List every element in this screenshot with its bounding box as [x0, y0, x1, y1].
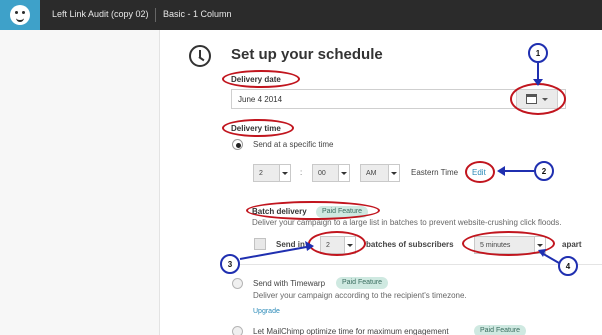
top-bar: Left Link Audit (copy 02) Basic - 1 Colu… — [0, 0, 602, 30]
highlight-ellipse-calendar — [510, 83, 566, 115]
clock-icon — [189, 45, 211, 67]
topbar-divider — [155, 8, 156, 22]
radio-optimize[interactable] — [232, 326, 243, 335]
minute-value: 00 — [318, 169, 326, 177]
apart-label: apart — [562, 240, 582, 249]
radio-specific-time[interactable] — [232, 139, 243, 150]
template-name[interactable]: Basic - 1 Column — [163, 9, 232, 19]
callout-1: 1 — [528, 43, 548, 63]
batch-checkbox[interactable] — [254, 238, 266, 250]
mailchimp-logo-icon[interactable] — [0, 0, 40, 30]
send-in-label: Send in — [276, 240, 305, 249]
optimize-label: Let MailChimp optimize time for maximum … — [253, 327, 449, 335]
highlight-ellipse-batch-interval — [462, 231, 555, 256]
divider — [231, 264, 602, 265]
specific-time-label: Send at a specific time — [253, 140, 334, 149]
upgrade-link[interactable]: Upgrade — [253, 308, 280, 315]
timezone-label: Eastern Time — [411, 168, 459, 177]
callout-4: 4 — [558, 256, 578, 276]
hour-select[interactable]: 2 — [253, 164, 291, 182]
left-panel — [0, 30, 160, 335]
chevron-down-icon — [388, 165, 399, 181]
highlight-ellipse-edit — [465, 161, 495, 183]
page-title: Set up your schedule — [231, 46, 383, 63]
ampm-value: AM — [366, 169, 377, 177]
minute-select[interactable]: 00 — [312, 164, 350, 182]
timewarp-description: Deliver your campaign according to the r… — [253, 291, 467, 300]
radio-timewarp[interactable] — [232, 278, 243, 289]
highlight-ellipse-batch-count — [308, 231, 366, 256]
callout-2: 2 — [534, 161, 554, 181]
timewarp-label: Send with Timewarp — [253, 279, 326, 288]
time-colon: : — [300, 168, 303, 177]
hour-value: 2 — [259, 169, 263, 177]
callout-3: 3 — [220, 254, 240, 274]
batch-description: Deliver your campaign to a large list in… — [252, 218, 562, 227]
chevron-down-icon — [338, 165, 349, 181]
ampm-select[interactable]: AM — [360, 164, 400, 182]
batches-label: batches of subscribers — [366, 240, 454, 249]
highlight-ellipse-delivery-time — [222, 119, 294, 137]
campaign-name[interactable]: Left Link Audit (copy 02) — [52, 9, 149, 19]
timewarp-paid-badge: Paid Feature — [336, 277, 389, 289]
highlight-ellipse-delivery-date — [222, 70, 300, 88]
optimize-paid-badge: Paid Feature — [474, 325, 527, 335]
chevron-down-icon — [279, 165, 290, 181]
